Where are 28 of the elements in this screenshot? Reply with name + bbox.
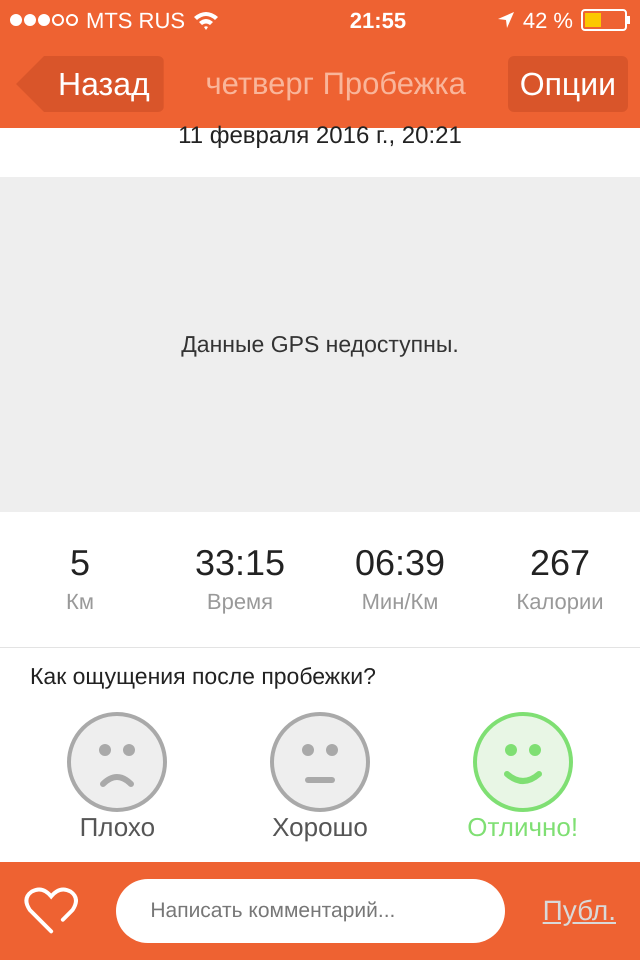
publish-link[interactable]: Публ. [542,890,616,932]
back-button[interactable]: Назад [16,56,164,112]
mood-option[interactable]: Хорошо [218,712,422,842]
comment-field[interactable]: Написать комментарий... [116,879,505,943]
stat-value: 33:15 [194,541,286,585]
battery-icon [581,9,630,31]
signal-icon [10,14,78,26]
stat-value: 5 [70,541,90,585]
mood-option[interactable]: Плохо [16,712,219,842]
stat-label: Км [66,588,94,616]
options-button[interactable]: Опции [508,56,628,112]
wifi-icon [193,10,219,30]
stat-label: Время [206,588,274,616]
stat-value: 267 [530,541,590,585]
workout-date: 11 февраля 2016 г., 20:21 [178,124,462,148]
location-arrow-icon [496,11,515,29]
screen-title: четверг Пробежка [206,64,466,103]
feeling-question: Как ощущения после пробежки? [29,662,377,690]
stat-label: Мин/Км [362,588,438,616]
neutral-face-icon [270,712,370,812]
battery-percent: 42 % [522,6,573,34]
clock: 21:55 [350,6,406,34]
stat-value: 06:39 [354,541,446,585]
carrier-name: MTS RUS [86,6,185,34]
happy-face-icon [472,712,573,812]
sad-face-icon [67,712,168,812]
gps-unavailable-message: Данные GPS недоступны. [181,330,459,360]
stat-label: Калории [516,588,604,616]
